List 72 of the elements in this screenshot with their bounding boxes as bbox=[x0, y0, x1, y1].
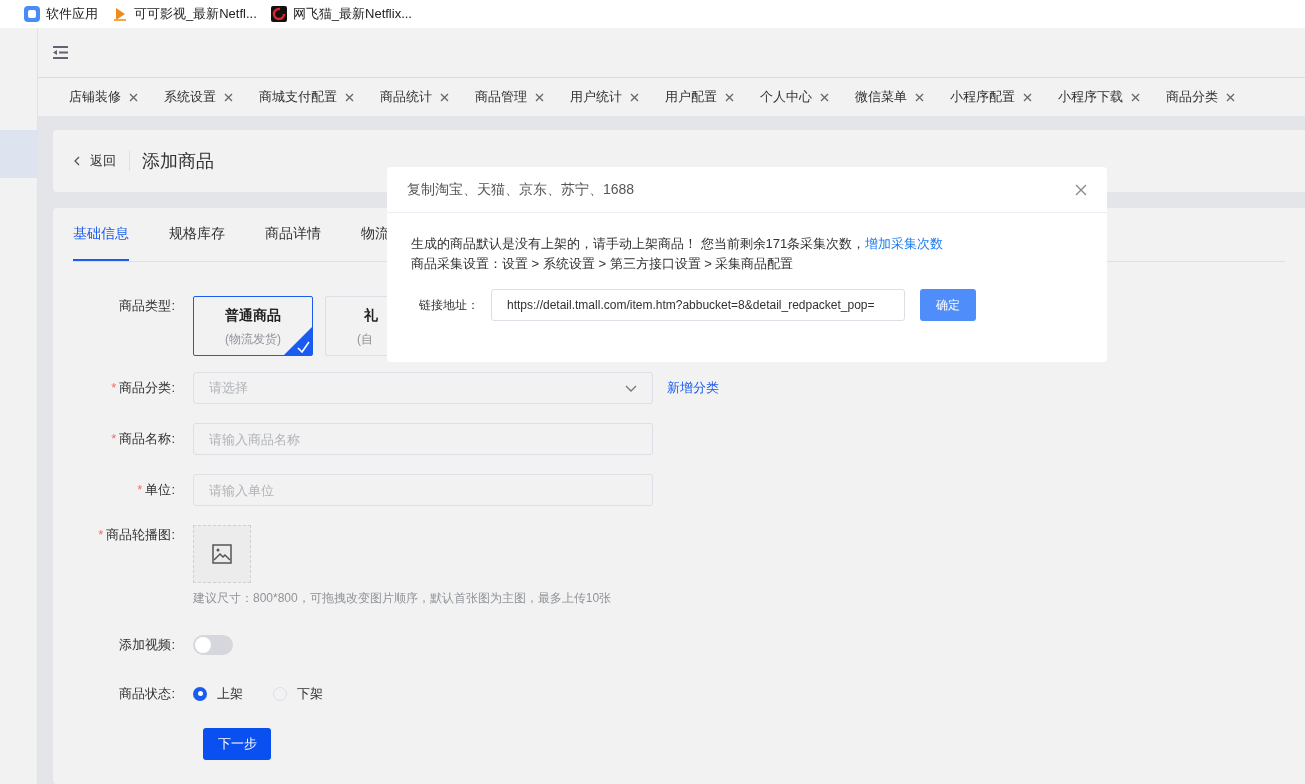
add-category-link[interactable]: 新增分类 bbox=[667, 378, 719, 398]
image-upload[interactable] bbox=[193, 525, 251, 583]
play-icon bbox=[112, 6, 128, 22]
page-title: 添加商品 bbox=[142, 149, 214, 173]
page-tab[interactable]: 店铺装修 bbox=[69, 87, 121, 107]
close-icon[interactable] bbox=[1075, 183, 1087, 196]
form-tab[interactable]: 物流 bbox=[361, 207, 389, 261]
close-icon[interactable] bbox=[630, 92, 639, 102]
field-label: 添加视频: bbox=[119, 636, 175, 655]
form-tab[interactable]: 商品详情 bbox=[265, 207, 321, 261]
letter-c-icon bbox=[270, 6, 287, 22]
hint-text: 建议尺寸：800*800，可拖拽改变图片顺序，默认首张图为主图，最多上传10张 bbox=[193, 590, 612, 607]
close-icon[interactable] bbox=[820, 92, 829, 102]
url-field[interactable]: https://detail.tmall.com/item.htm?abbucket=8&detail_redpacket_pop= bbox=[491, 289, 905, 321]
close-icon[interactable] bbox=[224, 92, 233, 102]
field-label: 商品名称: bbox=[119, 430, 175, 449]
settings-path-text: 商品采集设置：设置 > 系统设置 > 第三方接口设置 > 采集商品配置 bbox=[411, 255, 795, 273]
page-tab[interactable]: 个人中心 bbox=[760, 87, 812, 107]
form-tab[interactable]: 规格库存 bbox=[169, 207, 225, 261]
close-icon[interactable] bbox=[1023, 92, 1032, 102]
page-tab[interactable]: 用户统计 bbox=[570, 87, 622, 107]
input-field[interactable]: 请输入商品名称 bbox=[193, 423, 653, 455]
field-label: 商品分类: bbox=[119, 379, 175, 398]
field-label: 单位: bbox=[145, 481, 175, 500]
dialog-title: 复制淘宝、天猫、京东、苏宁、1688 bbox=[407, 180, 635, 199]
radio-option[interactable]: 下架 bbox=[273, 684, 323, 704]
field-label: 商品类型: bbox=[119, 297, 175, 315]
type-name: 普通商品 bbox=[225, 305, 281, 325]
page-tab[interactable]: 商城支付配置 bbox=[259, 87, 337, 107]
form-tab[interactable]: 基础信息 bbox=[73, 207, 129, 261]
page-tab[interactable]: 商品统计 bbox=[380, 87, 432, 107]
app-icon bbox=[24, 6, 40, 22]
close-icon[interactable] bbox=[915, 92, 924, 102]
input-field[interactable]: 请输入单位 bbox=[193, 474, 653, 506]
chevron-left-icon bbox=[73, 156, 80, 166]
bookmark-link[interactable]: 可可影视_最新Netfl... bbox=[112, 4, 257, 24]
add-quota-link[interactable]: 增加采集次数 bbox=[865, 236, 944, 251]
field-label: 商品轮播图: bbox=[106, 526, 175, 544]
required-mark: * bbox=[111, 379, 117, 398]
type-subtitle: (自 bbox=[357, 330, 373, 348]
menu-icon[interactable] bbox=[53, 46, 68, 59]
toggle-switch[interactable] bbox=[193, 635, 233, 655]
page-tab[interactable]: 商品管理 bbox=[475, 87, 527, 107]
next-button[interactable]: 下一步 bbox=[203, 727, 271, 760]
page-tab[interactable]: 微信菜单 bbox=[855, 87, 907, 107]
close-icon[interactable] bbox=[1131, 92, 1140, 102]
check-corner-icon bbox=[284, 327, 312, 355]
close-icon[interactable] bbox=[129, 92, 138, 102]
type-card[interactable]: 普通商品 (物流发货) bbox=[193, 296, 313, 356]
chevron-down-icon bbox=[625, 384, 637, 392]
field-label: 商品状态: bbox=[119, 685, 175, 703]
page-tab[interactable]: 用户配置 bbox=[665, 87, 717, 107]
page-tab[interactable]: 系统设置 bbox=[164, 87, 216, 107]
page-tab[interactable]: 商品分类 bbox=[1166, 87, 1218, 107]
required-mark: * bbox=[111, 430, 117, 449]
notice-text: 生成的商品默认是没有上架的，请手动上架商品！ 您当前剩余171条采集次数，增加采集次数 bbox=[411, 235, 945, 253]
required-mark: * bbox=[98, 526, 104, 544]
close-icon[interactable] bbox=[440, 92, 449, 102]
required-mark: * bbox=[137, 481, 143, 500]
close-icon[interactable] bbox=[725, 92, 734, 102]
page-tab[interactable]: 小程序下载 bbox=[1058, 87, 1123, 107]
page-tab[interactable]: 小程序配置 bbox=[950, 87, 1015, 107]
radio-option[interactable]: 上架 bbox=[193, 684, 243, 704]
image-icon bbox=[212, 544, 232, 564]
close-icon[interactable] bbox=[1226, 92, 1235, 102]
close-icon[interactable] bbox=[535, 92, 544, 102]
close-icon[interactable] bbox=[345, 92, 354, 102]
bookmark-link[interactable]: 软件应用 bbox=[24, 4, 98, 24]
bookmark-link[interactable]: 网飞猫_最新Netflix... bbox=[270, 4, 412, 24]
type-name: 礼 bbox=[363, 305, 378, 325]
back-link[interactable]: 返回 bbox=[73, 151, 130, 171]
type-subtitle: (物流发货) bbox=[225, 330, 281, 348]
